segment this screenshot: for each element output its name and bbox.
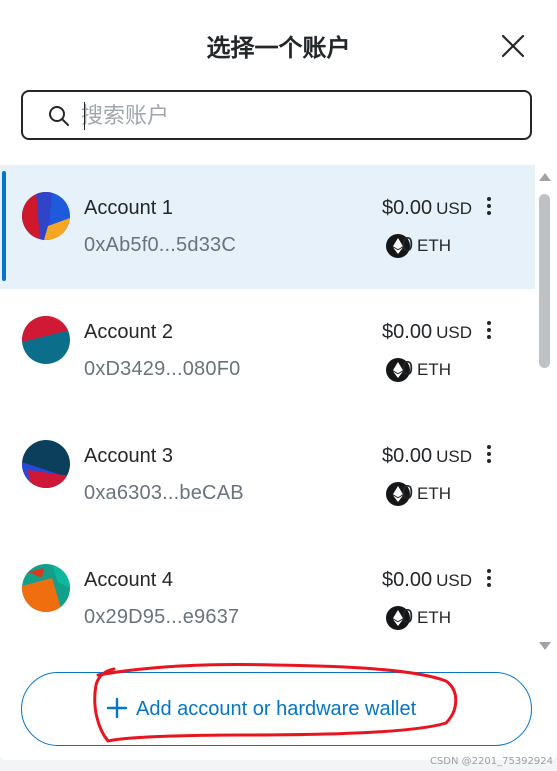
- modal-title: 选择一个账户: [206, 34, 351, 62]
- account-list[interactable]: Account 1 0xAb5f0...5d33C $0.00 USD 0 ETH …: [0, 165, 538, 655]
- token-symbol: ETH: [417, 608, 451, 627]
- balance-amount: $0.00: [382, 569, 433, 591]
- account-picker-modal: 选择一个账户 Account 1: [0, 0, 557, 760]
- account-name: Account 3: [84, 445, 173, 467]
- close-button[interactable]: [499, 32, 527, 60]
- token-balance: 0 ETH: [402, 482, 451, 505]
- token-symbol: ETH: [417, 360, 451, 379]
- balance-currency: USD: [436, 323, 472, 342]
- balance-amount: $0.00: [382, 445, 433, 467]
- balance-currency: USD: [436, 199, 472, 218]
- text-caret: [84, 102, 85, 130]
- close-icon: [501, 34, 525, 58]
- token-amount: 0: [401, 234, 413, 256]
- more-vertical-icon: [481, 321, 497, 339]
- account-row[interactable]: Account 3 0xa6303...beCAB $0.00 USD 0 ETH: [0, 413, 535, 537]
- account-name: Account 2: [84, 321, 173, 343]
- search-input[interactable]: [81, 100, 511, 132]
- scroll-up-arrow[interactable]: [539, 173, 551, 181]
- list-scrollbar[interactable]: [538, 168, 553, 654]
- modal-header: 选择一个账户: [0, 18, 557, 74]
- search-icon: [49, 106, 69, 126]
- account-menu-button[interactable]: [481, 445, 497, 467]
- account-row[interactable]: Account 2 0xD3429...080F0 $0.00 USD 0 ETH: [0, 289, 535, 413]
- selected-indicator: [2, 171, 6, 281]
- account-address: 0xAb5f0...5d33C: [84, 234, 236, 256]
- balance-amount: $0.00: [382, 321, 433, 343]
- account-name: Account 4: [84, 569, 173, 591]
- account-balance: $0.00 USD: [382, 445, 472, 468]
- add-account-button[interactable]: Add account or hardware wallet: [21, 672, 532, 746]
- balance-currency: USD: [436, 571, 472, 590]
- token-balance: 0 ETH: [402, 606, 451, 629]
- token-balance: 0 ETH: [402, 358, 451, 381]
- token-amount: 0: [401, 358, 413, 380]
- account-row[interactable]: Account 4 0x29D95...e9637 $0.00 USD 0 ETH: [0, 537, 535, 655]
- account-avatar: [22, 440, 70, 488]
- account-menu-button[interactable]: [481, 197, 497, 219]
- account-balance: $0.00 USD: [382, 321, 472, 344]
- account-avatar: [22, 564, 70, 612]
- more-vertical-icon: [481, 569, 497, 587]
- token-amount: 0: [401, 482, 413, 504]
- account-address: 0xD3429...080F0: [84, 358, 241, 380]
- token-amount: 0: [401, 606, 413, 628]
- add-account-label: Add account or hardware wallet: [136, 698, 417, 720]
- account-balance: $0.00 USD: [382, 569, 472, 592]
- watermark: CSDN @2201_75392924: [429, 756, 553, 767]
- token-symbol: ETH: [417, 484, 451, 503]
- account-menu-button[interactable]: [481, 569, 497, 591]
- account-name: Account 1: [84, 197, 173, 219]
- plus-icon: [106, 697, 128, 719]
- account-menu-button[interactable]: [481, 321, 497, 343]
- account-address: 0x29D95...e9637: [84, 606, 240, 628]
- account-address: 0xa6303...beCAB: [84, 482, 244, 504]
- account-row[interactable]: Account 1 0xAb5f0...5d33C $0.00 USD 0 ETH: [0, 165, 535, 289]
- more-vertical-icon: [481, 197, 497, 215]
- account-balance: $0.00 USD: [382, 197, 472, 220]
- account-avatar: [22, 316, 70, 364]
- balance-currency: USD: [436, 447, 472, 466]
- account-avatar: [22, 192, 70, 240]
- scrollbar-thumb[interactable]: [539, 194, 550, 368]
- token-symbol: ETH: [417, 236, 451, 255]
- balance-amount: $0.00: [382, 197, 433, 219]
- token-balance: 0 ETH: [402, 234, 451, 257]
- more-vertical-icon: [481, 445, 497, 463]
- scroll-down-arrow[interactable]: [539, 642, 551, 650]
- search-box: [21, 90, 532, 140]
